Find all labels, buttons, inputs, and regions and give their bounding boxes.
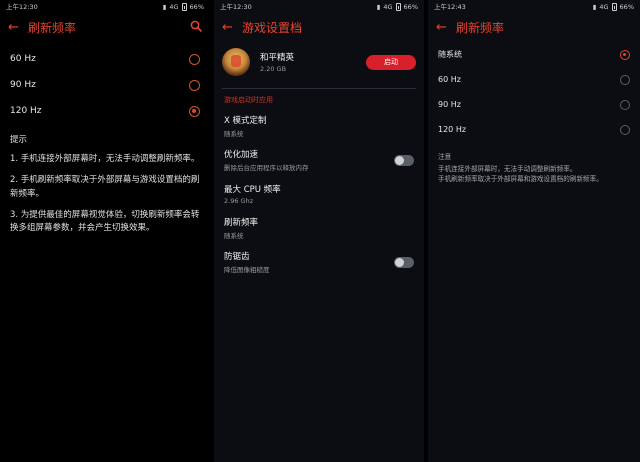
radio-60hz[interactable] <box>189 53 200 65</box>
status-time: 上午12:43 <box>434 2 466 11</box>
setting-max-cpu[interactable]: 最大 CPU 频率 2.96 Ghz <box>214 177 424 211</box>
option-label: 随系统 <box>438 50 462 59</box>
anti-aliasing-toggle[interactable] <box>394 256 414 268</box>
option-row-120hz[interactable]: 120 Hz <box>428 117 640 142</box>
section-header: 游戏启动时应用 <box>224 96 273 104</box>
option-label: 120 Hz <box>438 125 467 134</box>
setting-refresh-rate[interactable]: 刷新频率 随系统 <box>214 211 424 245</box>
search-icon[interactable] <box>190 20 202 35</box>
launch-button[interactable]: 启动 <box>366 54 416 70</box>
option-row-90hz[interactable]: 90 Hz <box>428 92 640 117</box>
radio-120hz[interactable] <box>620 124 630 135</box>
signal-icon: ▮ <box>162 2 167 11</box>
page-title: 刷新频率 <box>28 20 77 35</box>
note-section: 注意 手机连接外部屏幕时，无法手动调整刷新频率。 手机刷新频率取决于外部屏幕和游… <box>428 142 640 195</box>
option-label: 60 Hz <box>438 75 461 84</box>
signal-icon: ▮ <box>592 2 597 11</box>
back-arrow-icon[interactable]: ← <box>222 20 242 35</box>
status-time: 上午12:30 <box>6 2 38 11</box>
tips-title: 提示 <box>10 135 28 145</box>
app-bar: ← 游戏设置档 <box>214 14 424 40</box>
option-row-system[interactable]: 随系统 <box>428 42 640 67</box>
battery-percent: 66% <box>619 2 634 11</box>
radio-system-selected[interactable] <box>620 49 630 60</box>
back-arrow-icon[interactable]: ← <box>8 20 28 35</box>
app-bar: ← 刷新频率 <box>0 14 210 40</box>
option-row-60hz[interactable]: 60 Hz <box>0 46 210 72</box>
game-size: 2.20 GB <box>260 65 287 73</box>
network-type: 4G <box>383 2 393 11</box>
battery-icon <box>611 3 617 11</box>
app-bar: ← 刷新频率 <box>428 14 640 40</box>
option-label: 120 Hz <box>10 106 42 116</box>
setting-subtitle: 删除后台应用程序以释放内存 <box>224 164 309 172</box>
setting-title: 防锯齿 <box>224 252 250 262</box>
status-time: 上午12:30 <box>220 2 252 11</box>
setting-x-mode[interactable]: X 模式定制 随系统 <box>214 109 424 143</box>
option-row-120hz[interactable]: 120 Hz <box>0 98 210 124</box>
game-name: 和平精英 <box>260 53 295 63</box>
game-app-icon <box>222 48 250 76</box>
setting-title: 最大 CPU 频率 <box>224 185 281 195</box>
battery-percent: 66% <box>403 2 418 11</box>
page-title: 游戏设置档 <box>242 20 303 35</box>
tip-3: 3. 为提供最佳的屏幕视觉体验，切换刷新频率会转换多组屏幕参数，并会产生切换效果… <box>10 209 200 233</box>
option-label: 90 Hz <box>438 100 461 109</box>
setting-optimize-boost[interactable]: 优化加速 删除后台应用程序以释放内存 <box>214 143 424 177</box>
signal-icon: ▮ <box>376 2 381 11</box>
radio-120hz-selected[interactable] <box>189 105 200 117</box>
battery-icon <box>395 3 401 11</box>
game-profile-screen: 上午12:30 ▮ 4G 66% ← 游戏设置档 和平精英 2.20 GB 启动… <box>214 0 424 462</box>
refresh-options: 60 Hz 90 Hz 120 Hz <box>0 46 210 124</box>
radio-90hz[interactable] <box>189 79 200 91</box>
page-title: 刷新频率 <box>456 20 505 35</box>
refresh-rate-screen-2: 上午12:43 ▮ 4G 66% ← 刷新频率 随系统 60 Hz 90 Hz … <box>428 0 640 462</box>
option-row-60hz[interactable]: 60 Hz <box>428 67 640 92</box>
status-bar: 上午12:43 ▮ 4G 66% <box>428 0 640 14</box>
tips-section: 提示 1. 手机连接外部屏幕时，无法手动调整刷新频率。 2. 手机刷新频率取决于… <box>0 124 210 235</box>
setting-subtitle: 随系统 <box>224 130 244 138</box>
option-label: 60 Hz <box>10 54 36 64</box>
battery-percent: 66% <box>189 2 204 11</box>
status-bar: 上午12:30 ▮ 4G 66% <box>214 0 424 14</box>
status-bar: 上午12:30 ▮ 4G 66% <box>0 0 210 14</box>
setting-anti-aliasing[interactable]: 防锯齿 降低图像粗糙度 <box>214 245 424 279</box>
option-row-90hz[interactable]: 90 Hz <box>0 72 210 98</box>
radio-60hz[interactable] <box>620 74 630 85</box>
note-1: 手机连接外部屏幕时，无法手动调整刷新频率。 <box>438 165 577 174</box>
network-type: 4G <box>169 2 179 11</box>
option-label: 90 Hz <box>10 80 36 90</box>
setting-subtitle: 2.96 Ghz <box>224 197 254 205</box>
tip-2: 2. 手机刷新频率取决于外部屏幕与游戏设置档的刷新频率。 <box>10 175 200 199</box>
radio-90hz[interactable] <box>620 99 630 110</box>
setting-title: 刷新频率 <box>224 218 259 228</box>
setting-subtitle: 随系统 <box>224 232 244 240</box>
note-title: 注意 <box>438 153 452 161</box>
optimize-toggle[interactable] <box>394 154 414 166</box>
setting-title: 优化加速 <box>224 150 259 160</box>
screens-container: 上午12:30 ▮ 4G 66% ← 刷新频率 60 Hz 90 Hz 120 … <box>0 0 640 462</box>
network-type: 4G <box>599 2 609 11</box>
setting-subtitle: 降低图像粗糙度 <box>224 266 270 274</box>
battery-icon <box>181 3 187 11</box>
back-arrow-icon[interactable]: ← <box>436 20 456 35</box>
setting-title: X 模式定制 <box>224 116 267 126</box>
note-2: 手机刷新频率取决于外部屏幕和游戏设置档的刷新频率。 <box>438 175 603 184</box>
game-header: 和平精英 2.20 GB 启动 <box>214 40 424 84</box>
refresh-options: 随系统 60 Hz 90 Hz 120 Hz <box>428 42 640 142</box>
refresh-rate-screen-1: 上午12:30 ▮ 4G 66% ← 刷新频率 60 Hz 90 Hz 120 … <box>0 0 210 462</box>
tip-1: 1. 手机连接外部屏幕时，无法手动调整刷新频率。 <box>10 154 200 165</box>
